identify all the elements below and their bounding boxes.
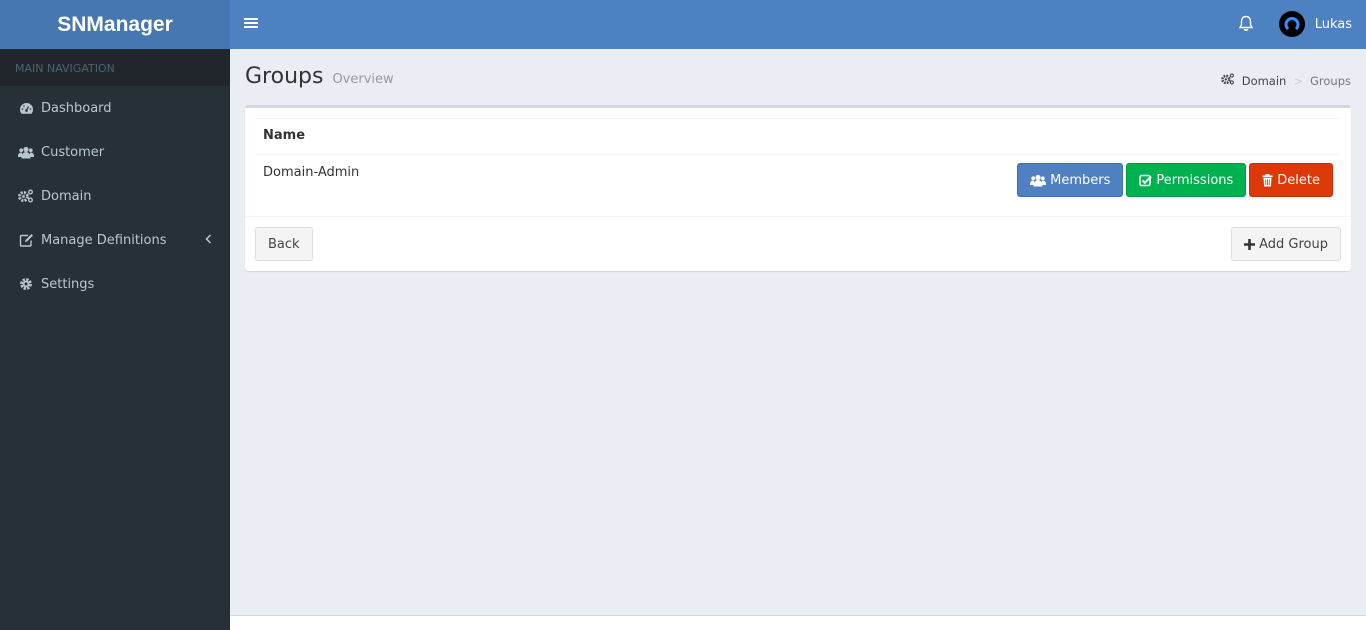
sidebar-item-settings[interactable]: Settings (0, 262, 230, 306)
sidebar-item-label: Customer (41, 144, 105, 160)
breadcrumb: Domain > Groups (1220, 73, 1351, 88)
edit-icon (18, 233, 34, 247)
main-content: Groups Overview Domain > Groups Name Dom… (230, 49, 1366, 615)
notifications-button[interactable] (1238, 15, 1254, 33)
trash-icon (1262, 173, 1273, 187)
gear-icon (18, 277, 34, 291)
permissions-button[interactable]: Permissions (1126, 163, 1247, 197)
add-group-button-label: Add Group (1259, 236, 1328, 252)
check-square-icon (1139, 174, 1153, 187)
column-header-name: Name (263, 128, 306, 143)
groups-table: Name Domain-Admin Members Permissions De… (255, 118, 1341, 215)
page-header: Groups Overview (245, 64, 394, 89)
sidebar-item-domain[interactable]: Domain (0, 174, 230, 218)
sidebar-item-customer[interactable]: Customer (0, 130, 230, 174)
app-logo[interactable]: SN Manager (0, 0, 230, 49)
page-footer (230, 615, 1366, 630)
page-subtitle: Overview (332, 72, 394, 87)
user-menu[interactable]: Lukas (1278, 11, 1352, 37)
plus-icon (1244, 238, 1256, 250)
sidebar-header: MAIN NAVIGATION (0, 49, 230, 86)
sidebar-toggle-button[interactable] (244, 16, 258, 32)
logo-bold: SN (57, 12, 87, 36)
breadcrumb-separator: > (1293, 73, 1303, 88)
sidebar-item-label: Manage Definitions (41, 232, 167, 248)
sidebar: MAIN NAVIGATION Dashboard Customer Domai… (0, 49, 230, 630)
user-avatar-icon (1284, 17, 1300, 31)
user-name: Lukas (1314, 16, 1352, 32)
box-footer: Back Add Group (245, 216, 1351, 271)
sidebar-item-label: Dashboard (41, 100, 112, 116)
bell-icon (1238, 15, 1254, 31)
breadcrumb-groups: Groups (1309, 73, 1351, 88)
table-row: Domain-Admin Members Permissions Delete (255, 155, 1341, 215)
breadcrumb-domain[interactable]: Domain (1242, 74, 1287, 88)
logo-rest: Manager (86, 12, 173, 36)
users-icon (1030, 174, 1047, 187)
sidebar-item-label: Settings (41, 276, 95, 292)
row-actions: Members Permissions Delete (1017, 163, 1333, 197)
members-button-label: Members (1050, 172, 1111, 188)
top-navbar: Lukas (230, 0, 1366, 49)
groups-box: Name Domain-Admin Members Permissions De… (245, 105, 1351, 271)
group-name: Domain-Admin (263, 165, 360, 180)
page-title: Groups (245, 64, 324, 89)
dashboard-icon (18, 101, 34, 115)
table-header-row: Name (255, 118, 1341, 155)
members-button[interactable]: Members (1017, 163, 1124, 197)
users-icon (18, 145, 34, 159)
delete-button[interactable]: Delete (1249, 163, 1333, 197)
cogs-icon (1220, 73, 1235, 88)
avatar (1278, 11, 1305, 37)
delete-button-label: Delete (1277, 172, 1320, 188)
cogs-icon (18, 189, 34, 203)
permissions-button-label: Permissions (1156, 172, 1234, 188)
sidebar-item-label: Domain (41, 188, 92, 204)
back-button[interactable]: Back (255, 227, 313, 261)
add-group-button[interactable]: Add Group (1231, 227, 1341, 261)
sidebar-item-manage-definitions[interactable]: Manage Definitions (0, 218, 230, 262)
hamburger-icon (244, 18, 258, 20)
sidebar-item-dashboard[interactable]: Dashboard (0, 86, 230, 130)
chevron-left-icon (205, 233, 212, 247)
